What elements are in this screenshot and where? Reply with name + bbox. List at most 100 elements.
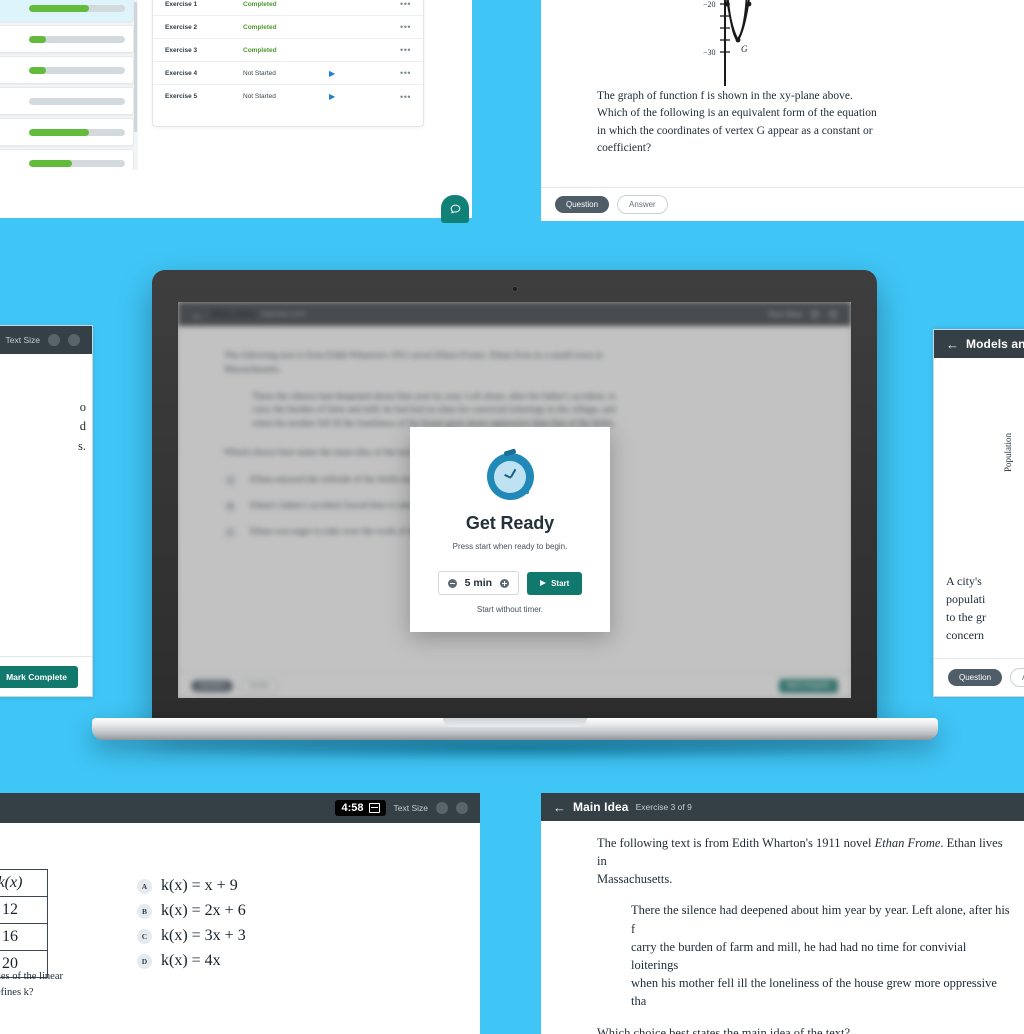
prompt-line-1: Which of the following is an equivalent … (597, 107, 877, 120)
exercise-status: Not Started (243, 69, 276, 77)
start-button[interactable]: Start (527, 571, 583, 595)
minus-circle-icon[interactable] (447, 578, 457, 588)
left-panel-text-fragment: o d s. (0, 398, 92, 456)
table-row: 16 (0, 923, 48, 951)
choice-bubble: A (137, 878, 152, 894)
fragment-line-2: to the gr (946, 610, 986, 624)
exercise-list-panel: Exercise 1 Completed ••• Exercise 2 Complete… (152, 0, 424, 127)
math-graph-panel: −20 −30 G D f(x) = (x − 2)² − 3 The grap… (541, 0, 1024, 221)
graph-question-prompt: The graph of function f is shown in the … (597, 88, 927, 157)
timer-stepper[interactable]: 5 min (437, 571, 520, 595)
fragment-line-0: A city's (946, 574, 982, 588)
answer-choice[interactable]: Ak(x) = x + 9 (137, 877, 246, 895)
row-menu-button[interactable]: ••• (400, 68, 411, 78)
progress-track (29, 66, 125, 74)
progress-track (29, 128, 125, 136)
choice-text: k(x) = x + 9 (161, 877, 238, 894)
answer-choice[interactable]: Ck(x) = 3x + 3 (137, 927, 246, 945)
back-arrow-icon[interactable]: ← (946, 338, 959, 351)
top-left-backdrop-strip (0, 172, 472, 218)
answer-tab[interactable]: Answer (1010, 668, 1024, 687)
caption-line-0: of the values of the linear (0, 971, 63, 982)
text-size-increase-button[interactable] (68, 334, 80, 346)
stopwatch-accent-dot (524, 490, 529, 494)
composite-scene: Exercise 1 Completed ••• Exercise 2 Complete… (0, 0, 1024, 1034)
row-menu-button[interactable]: ••• (400, 22, 411, 32)
text-size-decrease-button[interactable] (48, 334, 60, 346)
fragment-line-3: concern (946, 628, 984, 642)
plus-circle-icon[interactable] (500, 578, 510, 588)
right-models-panel: ← Models and Population A city's populati… (933, 329, 1024, 697)
passage-blockquote: There the silence had deepened about him… (631, 901, 1011, 1010)
progress-fill (29, 159, 73, 167)
answer-choice[interactable]: Dk(x) = 4x (137, 952, 246, 970)
fragment-line-1: populati (946, 592, 986, 606)
answer-choice[interactable]: Bk(x) = 2x + 6 (137, 902, 246, 920)
stopwatch-face (494, 460, 526, 493)
progress-row[interactable] (0, 0, 134, 22)
exercise-counter: Exercise 3 of 9 (635, 802, 692, 812)
y-tick--20: −20 (703, 0, 716, 9)
progress-row[interactable] (0, 118, 134, 146)
exercise-name: Exercise 4 (165, 69, 198, 77)
scrollbar[interactable] (134, 2, 137, 132)
timer-toggle-icon[interactable] (368, 803, 380, 813)
prompt-line-2: in which the coordinates of vertex G app… (597, 124, 873, 137)
choice-text: k(x) = 2x + 6 (161, 902, 246, 919)
start-without-timer-link[interactable]: Start without timer. (477, 605, 543, 614)
answer-tab[interactable]: Answer (617, 195, 668, 214)
br-panel-header: ← Main Idea Exercise 3 of 9 (541, 793, 1024, 821)
function-value-table: k(x) 12 16 20 (0, 869, 48, 978)
text-size-label: Text Size (393, 803, 429, 813)
novel-title: Ethan Frome (874, 836, 941, 850)
question-tab[interactable]: Question (948, 669, 1003, 686)
row-menu-button[interactable]: ••• (400, 0, 411, 9)
progress-row[interactable] (0, 25, 134, 53)
table-row[interactable]: Exercise 2 Completed ••• (153, 16, 423, 39)
question-tab[interactable]: Question (555, 196, 610, 213)
progress-track (29, 35, 125, 43)
caption-line-1: llowing defines k? (0, 986, 34, 998)
chat-help-button[interactable] (441, 195, 469, 223)
progress-fill (29, 66, 47, 74)
mark-complete-button[interactable]: Mark Complete (0, 665, 78, 688)
exercise-name: Exercise 3 (165, 46, 198, 54)
play-icon[interactable]: ▶ (329, 69, 363, 78)
progress-row[interactable] (0, 87, 134, 115)
table-row[interactable]: Exercise 3 Completed ••• (153, 39, 423, 62)
exercise-name: Exercise 5 (165, 93, 198, 100)
exercise-status: Not Started (243, 93, 276, 100)
main-idea-panel: ← Main Idea Exercise 3 of 9 The followin… (541, 793, 1024, 1034)
play-icon[interactable]: ▶ (329, 92, 363, 101)
choice-bubble: D (137, 953, 152, 969)
timer-value: 4:58 (341, 802, 364, 814)
progress-row-container (0, 0, 138, 170)
choice-text: k(x) = 3x + 3 (161, 927, 246, 944)
progress-fill (29, 35, 47, 43)
progress-fill (29, 128, 90, 136)
table-row[interactable]: Exercise 1 Completed ••• (153, 0, 423, 16)
exercise-name: Exercise 1 (165, 0, 198, 8)
fragment-line-2: s. (78, 438, 86, 453)
table-header-cell: k(x) (0, 869, 48, 897)
passage-question: Which choice best states the main idea o… (597, 1026, 851, 1034)
row-menu-button[interactable]: ••• (400, 45, 411, 55)
progress-row[interactable] (0, 56, 134, 84)
text-size-decrease-button[interactable] (436, 802, 448, 814)
row-menu-button[interactable]: ••• (400, 92, 411, 102)
modal-subtitle: Press start when ready to begin. (452, 542, 568, 551)
table-row[interactable]: Exercise 5 Not Started ▶ ••• (153, 85, 423, 108)
table-row[interactable]: Exercise 4 Not Started ▶ ••• (153, 62, 423, 85)
linear-function-panel: 4:58 Text Size k(x)121620 of the values … (0, 793, 480, 1034)
table-cell: 12 (0, 896, 48, 924)
back-arrow-icon[interactable]: ← (553, 801, 566, 814)
progress-row[interactable] (0, 149, 134, 170)
modal-title: Get Ready (465, 513, 555, 533)
text-size-increase-button[interactable] (456, 802, 468, 814)
countdown-timer[interactable]: 4:58 (335, 800, 386, 816)
table-cell: 16 (0, 923, 48, 951)
stopwatch-icon (486, 453, 534, 500)
prompt-line-3: coefficient? (597, 141, 652, 154)
progress-track (29, 97, 125, 105)
y-tick--30: −30 (703, 48, 716, 57)
